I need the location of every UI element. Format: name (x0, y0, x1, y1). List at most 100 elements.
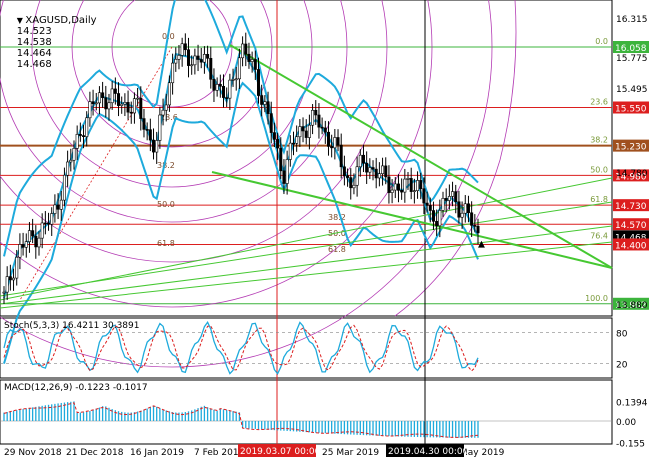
price-axis-tick: 14.780 (616, 169, 648, 179)
macd-axis-tick: 0.00 (616, 418, 636, 428)
candle-body (384, 165, 388, 178)
candle-body (206, 54, 210, 59)
candle-body (66, 161, 70, 176)
candle-body (117, 93, 121, 106)
candle-body (269, 113, 273, 133)
candle-body (24, 241, 28, 248)
fib-level-label: 38.2 (590, 136, 608, 145)
fib-fan-label: 61.8 (157, 239, 175, 248)
candle-body (339, 144, 343, 168)
stoch-title: Stoch(5,3,3) 16.4211 30.3891 (4, 321, 140, 331)
candle-body (218, 84, 222, 87)
chart-root: 0.0 23.6 38.2 50.0 61.8 100.0 76.4 0.0 23.6 38.2 5… (0, 0, 651, 461)
candle-body (361, 154, 365, 164)
candle-body (148, 129, 152, 141)
candle-body (75, 134, 79, 149)
ohlc-close: 14.468 (16, 59, 52, 70)
candle-body (183, 43, 187, 51)
fib-level-label: 0.0 (595, 37, 608, 46)
price-axis-tick: 15.495 (616, 85, 648, 95)
candle-body (177, 55, 181, 60)
candle-body (91, 101, 95, 105)
candle-body (228, 79, 232, 99)
macd-axis-tick: 0.1394 (616, 398, 648, 408)
candle-body (412, 190, 416, 192)
candle-body (120, 103, 124, 106)
candle-body (158, 114, 162, 141)
candle-body (393, 183, 397, 191)
candle-body (69, 159, 73, 163)
fib-level-label: 76.4 (590, 231, 608, 240)
candle-body (101, 92, 105, 98)
candle-body (416, 180, 420, 191)
candle-body (53, 204, 57, 214)
candle-body (444, 198, 448, 201)
candle-body (78, 134, 82, 136)
candle-body (288, 142, 292, 160)
candle-body (441, 198, 445, 211)
candle-body (256, 69, 260, 96)
candle-body (8, 276, 12, 281)
candle-body (390, 189, 394, 193)
candle-body (272, 132, 276, 140)
candle-body (282, 170, 286, 184)
current-price-arrow: ▲ (478, 239, 485, 249)
candle-body (279, 147, 283, 172)
candle-body (428, 205, 432, 211)
candle-body (123, 102, 127, 105)
candle-body (155, 140, 159, 153)
date-axis-tick: 25 Mar 2019 (322, 448, 379, 458)
candle-body (85, 117, 89, 137)
candle-body (311, 109, 315, 126)
candle-body (174, 58, 178, 64)
candle-body (40, 222, 44, 239)
candle-body (234, 78, 238, 81)
candle-body (104, 97, 108, 110)
price-tag-label: 15.230 (615, 143, 647, 153)
candle-body (320, 126, 324, 129)
candle-body (358, 154, 362, 168)
candle-body (199, 59, 203, 63)
candle-body (476, 225, 480, 234)
candle-body (167, 82, 171, 106)
candle-body (409, 178, 413, 192)
date-axis-tick: 29 Nov 2018 (4, 448, 62, 458)
candle-body (435, 221, 439, 227)
candle-body (237, 57, 241, 80)
candle-body (330, 146, 334, 149)
candle-body (377, 173, 381, 179)
candle-body (212, 79, 216, 91)
candle-body (2, 291, 6, 294)
candle-body (454, 191, 458, 203)
candle-body (241, 43, 245, 59)
chart-title: XAGUSD,Daily (25, 15, 97, 26)
candle-body (355, 166, 359, 186)
candle-body (301, 126, 305, 132)
price-axis-tick: 16.315 (616, 15, 648, 25)
fib-fan-label: 50.0 (157, 200, 175, 209)
candle-body (193, 55, 197, 66)
candle-body (473, 225, 477, 227)
candle-body (304, 130, 308, 138)
candle-body (15, 256, 19, 279)
candle-body (196, 55, 200, 60)
fib-level-label: 23.6 (590, 98, 608, 107)
candle-body (110, 88, 114, 104)
candle-body (387, 176, 391, 193)
candle-body (136, 97, 140, 100)
price-tag-label: 14.400 (615, 241, 647, 251)
candle-body (291, 142, 295, 145)
macd-axis-tick: -0.155 (616, 440, 645, 450)
candle-body (72, 148, 76, 161)
candle-body (323, 127, 327, 133)
candle-body (164, 104, 168, 111)
stoch-axis-tick: 80 (616, 329, 628, 339)
candle-body (231, 79, 235, 81)
candle-body (396, 183, 400, 191)
price-tag-label: 14.570 (615, 221, 647, 231)
candle-body (326, 131, 330, 147)
candle-body (342, 166, 346, 177)
candle-body (250, 59, 254, 62)
candle-body (295, 136, 299, 144)
candle-body (349, 177, 353, 189)
